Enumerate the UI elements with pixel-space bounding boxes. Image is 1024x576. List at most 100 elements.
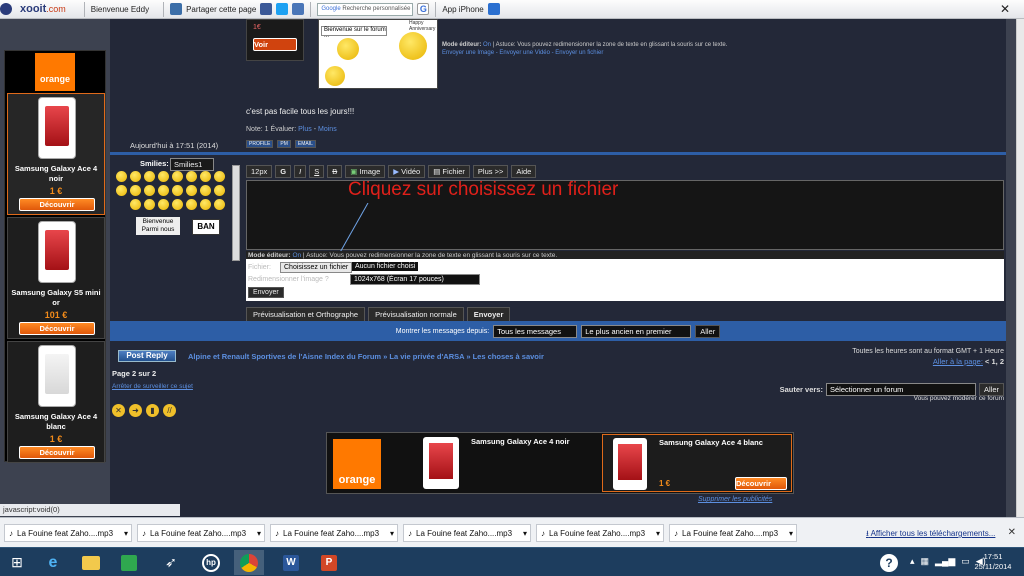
- smiley-icon[interactable]: [116, 171, 127, 182]
- smiley-icon[interactable]: [130, 185, 141, 196]
- download-item[interactable]: ♪ La Fouine feat Zaho....mp3 ▾: [403, 524, 531, 542]
- close-icon[interactable]: ✕: [1000, 2, 1010, 16]
- left-advertisement[interactable]: orange Samsung Galaxy Ace 4 noir 1 € Déc…: [4, 50, 106, 463]
- smiley-icon[interactable]: [144, 171, 155, 182]
- battery-icon[interactable]: ▭: [961, 556, 970, 567]
- move-icon[interactable]: ➜: [129, 404, 142, 417]
- bottom-advertisement[interactable]: orange Samsung Galaxy Ace 4 noir Samsung…: [326, 432, 794, 494]
- image-button[interactable]: ▣ Image: [345, 165, 386, 178]
- smiley-icon[interactable]: [158, 171, 169, 182]
- smiley-icon[interactable]: [172, 171, 183, 182]
- google-search-input[interactable]: Google Recherche personnalisée: [317, 2, 414, 16]
- welcome-link[interactable]: Bienvenue Eddy: [91, 5, 149, 14]
- smiley-icon[interactable]: [116, 185, 127, 196]
- download-item[interactable]: ♪ La Fouine feat Zaho....mp3 ▾: [536, 524, 664, 542]
- smiley-icon[interactable]: [214, 171, 225, 182]
- discover-button[interactable]: Découvrir: [19, 198, 95, 211]
- delete-icon[interactable]: ✕: [112, 404, 125, 417]
- download-item[interactable]: ♪ La Fouine feat Zaho....mp3 ▾: [4, 524, 132, 542]
- clock[interactable]: 17:51 25/11/2014: [970, 552, 1016, 572]
- xooit-logo[interactable]: xooit.com: [0, 3, 66, 15]
- smiley-icon[interactable]: [200, 171, 211, 182]
- choose-file-button[interactable]: Choisissez un fichier: [280, 262, 353, 273]
- explorer-button[interactable]: [76, 550, 106, 575]
- close-downloads-icon[interactable]: ✕: [1008, 527, 1016, 538]
- since-select[interactable]: Tous les messages: [493, 324, 578, 338]
- smiley-icon[interactable]: [130, 171, 141, 182]
- hp-button[interactable]: hp: [196, 550, 226, 575]
- preview-spell-button[interactable]: Prévisualisation et Orthographe: [246, 307, 366, 322]
- discover-button[interactable]: Découvrir: [735, 477, 787, 490]
- font-size-select[interactable]: 12px: [246, 165, 273, 178]
- smiley-icon[interactable]: [158, 199, 169, 210]
- smiley-icon[interactable]: [144, 199, 155, 210]
- smiley-icon[interactable]: [172, 199, 183, 210]
- email-button[interactable]: EMAIL: [294, 140, 316, 148]
- underline-button[interactable]: S: [309, 165, 325, 178]
- google-icon[interactable]: G: [417, 3, 430, 15]
- smiley-icon[interactable]: [186, 171, 197, 182]
- powerpoint-button[interactable]: P: [314, 550, 344, 575]
- video-button[interactable]: ▶ Vidéo: [388, 165, 426, 178]
- smiley-icon[interactable]: [200, 185, 211, 196]
- help-tray[interactable]: ?: [874, 550, 904, 575]
- ie-button[interactable]: e: [38, 550, 68, 575]
- start-button[interactable]: ⊞: [2, 550, 32, 575]
- network-icon[interactable]: ▦: [921, 556, 930, 567]
- upload-send-button[interactable]: Envoyer: [248, 287, 284, 298]
- italic-button[interactable]: I: [294, 165, 307, 178]
- bold-button[interactable]: G: [275, 165, 292, 178]
- smiley-icon[interactable]: [158, 185, 169, 196]
- filter-go-button[interactable]: Aller: [695, 324, 721, 338]
- pm-button[interactable]: PM: [277, 140, 291, 148]
- social-icon[interactable]: [292, 3, 305, 15]
- discover-button[interactable]: Découvrir: [19, 446, 95, 459]
- preview-button[interactable]: Prévisualisation normale: [368, 307, 464, 322]
- strike-button[interactable]: B: [327, 165, 343, 178]
- smiley-icon[interactable]: [172, 185, 183, 196]
- facebook-icon[interactable]: [260, 3, 273, 15]
- ad-card[interactable]: Samsung Galaxy S5 mini or 101 € Découvri…: [7, 217, 105, 339]
- discover-button[interactable]: Découvrir: [19, 322, 95, 335]
- google-search[interactable]: Google Recherche personnalisée G: [317, 2, 430, 16]
- lock-icon[interactable]: ▮: [146, 404, 159, 417]
- file-button[interactable]: ▤ Fichier: [428, 165, 470, 178]
- page-scrollbar[interactable]: [1016, 19, 1024, 517]
- split-icon[interactable]: //: [163, 404, 176, 417]
- twitter-icon[interactable]: [276, 3, 289, 15]
- post-reply-button[interactable]: Post Reply: [118, 350, 176, 362]
- resize-select[interactable]: 1024x768 (Écran 17 pouces): [350, 274, 480, 285]
- smiley-icon[interactable]: [144, 185, 155, 196]
- app-button[interactable]: ➶: [156, 550, 186, 575]
- download-item[interactable]: ♪ La Fouine feat Zaho....mp3 ▾: [137, 524, 265, 542]
- smiley-icon[interactable]: [214, 185, 225, 196]
- suppress-ads-link[interactable]: Supprimer les publicités: [698, 496, 772, 503]
- show-all-downloads[interactable]: ⭳ Afficher tous les téléchargements...: [866, 528, 995, 542]
- help-button[interactable]: Aide: [511, 165, 537, 178]
- bienvenue-smiley[interactable]: Bienvenue Parmi nous: [136, 217, 180, 235]
- smiley-icon[interactable]: [200, 199, 211, 210]
- app-iphone-link[interactable]: App iPhone: [442, 3, 500, 15]
- send-button[interactable]: Envoyer: [466, 307, 511, 322]
- smilies-scrollbar[interactable]: [232, 165, 240, 261]
- signal-icon[interactable]: ▂▄▆: [935, 556, 955, 567]
- smiley-icon[interactable]: [130, 199, 141, 210]
- profile-button[interactable]: PROFILE: [246, 140, 274, 148]
- share-button[interactable]: Partager cette page: [170, 3, 305, 15]
- voir-button[interactable]: Voir: [253, 38, 297, 51]
- download-item[interactable]: ♪ La Fouine feat Zaho....mp3 ▾: [669, 524, 797, 542]
- chrome-button[interactable]: [234, 550, 264, 575]
- store-button[interactable]: [114, 550, 144, 575]
- download-item[interactable]: ♪ La Fouine feat Zaho....mp3 ▾: [270, 524, 398, 542]
- order-select[interactable]: Le plus ancien en premier: [581, 324, 692, 338]
- chevron-up-icon[interactable]: ▴: [910, 556, 915, 567]
- smiley-icon[interactable]: [186, 185, 197, 196]
- word-button[interactable]: W: [276, 550, 306, 575]
- more-button[interactable]: Plus >>: [472, 165, 509, 178]
- ban-smiley[interactable]: BAN: [192, 219, 220, 235]
- smiley-icon[interactable]: [186, 199, 197, 210]
- smiley-icon[interactable]: [214, 199, 225, 210]
- breadcrumb[interactable]: Alpine et Renault Sportives de l'Aisne I…: [188, 352, 544, 361]
- mini-ad[interactable]: 1€ Voir: [246, 19, 304, 61]
- ad-card[interactable]: Samsung Galaxy Ace 4 blanc 1 € Découvrir: [602, 434, 792, 492]
